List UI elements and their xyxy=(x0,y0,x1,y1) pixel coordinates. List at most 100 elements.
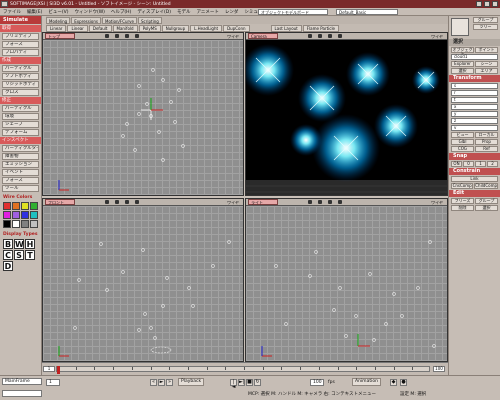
btn-explorer[interactable]: Explorer xyxy=(451,61,474,67)
btn-area[interactable]: エリア xyxy=(475,68,498,74)
playback-button[interactable]: Playback xyxy=(178,378,205,386)
btn-shape[interactable]: シェープ xyxy=(2,121,39,128)
tab-default[interactable]: Default xyxy=(88,24,112,32)
btn-primitive[interactable]: プリミティブ xyxy=(2,33,39,40)
wire-color-swatch[interactable] xyxy=(21,220,29,228)
btn-ref-prop[interactable]: Prop xyxy=(475,139,498,145)
reset-icon[interactable] xyxy=(135,34,139,38)
menu-view[interactable]: ビュー(V) xyxy=(45,9,71,15)
btn-freeze[interactable]: フリーズ xyxy=(451,198,474,204)
btn-ref-ref[interactable]: Ref xyxy=(475,146,498,152)
menu-display[interactable]: ディスプレイ(D) xyxy=(134,9,174,15)
viewport-camera[interactable]: Camera ワイヤ xyxy=(245,32,448,196)
btn-tree[interactable]: ツリー xyxy=(473,24,498,30)
btn-emission[interactable]: エミッション xyxy=(2,161,39,168)
transform-translate-field[interactable]: t xyxy=(451,97,498,103)
transform-v-field[interactable]: v xyxy=(451,125,498,131)
tab-manifold[interactable]: Manifold xyxy=(112,24,138,32)
transform-z-field[interactable]: z xyxy=(451,118,498,124)
btn-particle-type[interactable]: パーティクルタイプ xyxy=(2,145,39,152)
btn-insp-force[interactable]: フォース xyxy=(2,177,39,184)
close-button[interactable] xyxy=(492,1,498,7)
btn-snap-0[interactable]: 0 xyxy=(463,161,474,167)
btn-cnscomp[interactable]: CnsComp xyxy=(451,183,474,189)
eye-icon[interactable] xyxy=(308,34,312,38)
btn-event[interactable]: イベント xyxy=(2,169,39,176)
viewport-right[interactable]: ライト ワイヤ xyxy=(245,198,448,362)
stop-icon[interactable]: ■ xyxy=(246,379,253,386)
tab-nullgroup[interactable]: Nullgroup xyxy=(161,24,190,32)
tab-motion-fcurve[interactable]: Motion/FCurve xyxy=(102,16,138,24)
tab-expressions[interactable]: Expressions xyxy=(71,16,101,24)
btn-ref-cog[interactable]: COG xyxy=(451,146,474,152)
transform-scale-field[interactable]: s xyxy=(451,83,498,89)
reset-icon[interactable] xyxy=(338,34,342,38)
wire-color-swatch[interactable] xyxy=(21,202,29,210)
btn-ref-global[interactable]: Glbl xyxy=(451,139,474,145)
section-create[interactable]: 作成 xyxy=(0,57,41,64)
menu-window[interactable]: ウィンドウ(W) xyxy=(71,9,107,15)
btn-group[interactable]: グループ xyxy=(473,17,498,23)
eye-icon[interactable] xyxy=(308,200,312,204)
btn-edit-select[interactable]: 選択 xyxy=(475,205,498,211)
btn-snap-on[interactable]: ON xyxy=(451,161,462,167)
display-type-d[interactable]: D xyxy=(3,261,13,271)
viewport-camera-menu[interactable]: Camera xyxy=(248,33,278,39)
wire-color-swatch[interactable] xyxy=(3,202,11,210)
tab-flame-particle[interactable]: Flame Particle xyxy=(302,24,340,32)
zoom-icon[interactable] xyxy=(328,34,332,38)
transform-x-field[interactable]: x xyxy=(451,104,498,110)
timeline-playhead[interactable] xyxy=(57,366,60,374)
script-field[interactable]: MainFrame xyxy=(2,378,42,385)
menu-file[interactable]: ファイル xyxy=(0,9,24,15)
selected-object-field[interactable]: cloud1 xyxy=(451,54,498,60)
btn-snap-2[interactable]: 2 xyxy=(487,161,498,167)
select-arrow-icon[interactable] xyxy=(451,18,469,36)
mode-combo[interactable]: オブジェクトモデルボード xyxy=(258,9,328,15)
tab-linear-2[interactable]: Linear xyxy=(67,24,88,32)
next-key-icon[interactable]: ►| xyxy=(238,379,245,386)
timeline-start-field[interactable]: 1 xyxy=(43,366,55,372)
prev-key-icon[interactable]: |◄ xyxy=(230,379,237,390)
viewport-front[interactable]: フロント ワイヤ xyxy=(42,198,244,362)
play-icon[interactable]: ► xyxy=(158,379,165,386)
viewport-top[interactable]: トップ ワイヤ xyxy=(42,32,244,196)
wire-color-swatch[interactable] xyxy=(12,202,20,210)
command-line[interactable] xyxy=(2,390,42,397)
btn-rigidbody[interactable]: リジッドボディ xyxy=(2,81,39,88)
frame-end-field[interactable]: 100 xyxy=(310,379,324,386)
eye-icon[interactable] xyxy=(105,200,109,204)
wire-color-swatch[interactable] xyxy=(30,202,38,210)
btn-childcomp[interactable]: ChildComp xyxy=(474,183,498,189)
wire-color-swatch[interactable] xyxy=(30,211,38,219)
viewport-camera-menu[interactable]: ライト xyxy=(248,199,278,205)
btn-cloth[interactable]: クロス xyxy=(2,89,39,96)
btn-particle[interactable]: パーティクル xyxy=(2,65,39,72)
minimize-button[interactable] xyxy=(476,1,482,7)
btn-link[interactable]: Link xyxy=(451,176,498,182)
display-type-w[interactable]: W xyxy=(14,239,24,249)
tab-dupconn[interactable]: DupConn xyxy=(223,24,250,32)
transform-rotate-field[interactable]: r xyxy=(451,90,498,96)
visibility-icon[interactable] xyxy=(115,34,119,38)
btn-force[interactable]: フォース xyxy=(2,41,39,48)
fast-forward-icon[interactable]: » xyxy=(166,379,173,386)
display-type-c[interactable]: C xyxy=(3,250,13,260)
viewport-camera-menu[interactable]: トップ xyxy=(45,33,75,39)
visibility-icon[interactable] xyxy=(115,200,119,204)
wire-color-swatch[interactable] xyxy=(3,211,11,219)
display-type-h[interactable]: H xyxy=(25,239,35,249)
loop-icon[interactable]: ↻ xyxy=(254,379,261,386)
viewport-camera-menu[interactable]: フロント xyxy=(45,199,75,205)
wire-color-swatch[interactable] xyxy=(12,211,20,219)
btn-property[interactable]: プロパティ xyxy=(2,49,39,56)
visibility-icon[interactable] xyxy=(318,34,322,38)
auto-key-icon[interactable]: ● xyxy=(400,379,407,386)
module-selector[interactable]: Simulate xyxy=(0,16,41,24)
btn-environment[interactable]: 環境 xyxy=(2,113,39,120)
btn-softbody[interactable]: ソフトボディ xyxy=(2,73,39,80)
tab-last-layout[interactable]: Last Layout xyxy=(270,24,302,32)
wire-color-swatch[interactable] xyxy=(30,220,38,228)
btn-mod-particle[interactable]: パーティクル xyxy=(2,105,39,112)
btn-snap-1[interactable]: 1 xyxy=(475,161,486,167)
